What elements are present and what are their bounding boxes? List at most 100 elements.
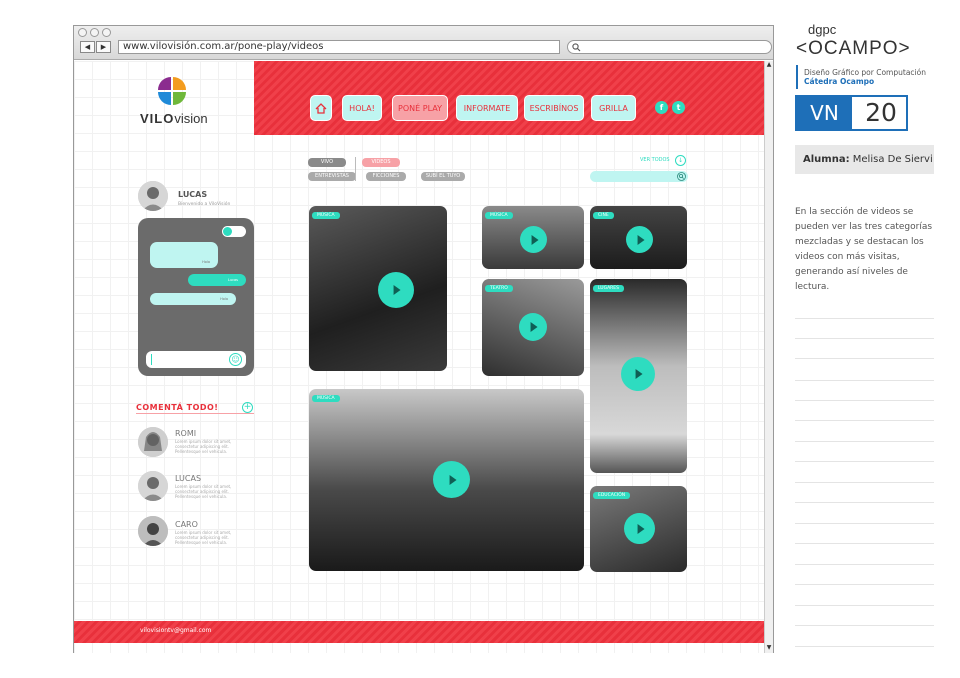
video-category-tag[interactable]: MÚSICA xyxy=(312,212,340,219)
video-card[interactable]: MÚSICA xyxy=(482,206,584,269)
comments-underline xyxy=(136,413,254,414)
comment-avatar[interactable] xyxy=(138,427,168,457)
video-card[interactable]: MÚSICA xyxy=(309,206,447,371)
browser-window: ◀ ▶ www.vilovisión.com.ar/pone-play/vide… xyxy=(73,25,774,653)
video-card[interactable]: EDUCACIÓN xyxy=(590,486,687,572)
video-category-tag[interactable]: LUGARES xyxy=(593,285,624,292)
dgpc-logo: dgpc xyxy=(808,22,837,37)
ver-todos-link[interactable]: VER TODOS xyxy=(640,157,670,163)
panel-accent-bar xyxy=(796,65,798,89)
text-caret xyxy=(151,354,152,365)
rule-line xyxy=(795,543,934,544)
video-card[interactable]: TEATRO xyxy=(482,279,584,376)
browser-chrome: ◀ ▶ www.vilovisión.com.ar/pone-play/vide… xyxy=(74,26,773,60)
play-icon[interactable] xyxy=(433,461,470,498)
video-category-tag[interactable]: MÚSICA xyxy=(312,395,340,402)
search-icon xyxy=(572,43,581,52)
filter-videos[interactable]: VIDEOS xyxy=(362,158,400,167)
video-card[interactable]: MÚSICA xyxy=(309,389,584,571)
user-avatar[interactable] xyxy=(138,181,168,211)
vn-badge: VN 20 xyxy=(795,95,908,131)
user-name: LUCAS xyxy=(178,190,208,199)
rule-line xyxy=(795,605,934,606)
logo-wordmark: VILOvision xyxy=(140,111,208,126)
zoom-window-button[interactable] xyxy=(102,28,111,37)
rule-line xyxy=(795,502,934,503)
rule-line xyxy=(795,523,934,524)
rule-line xyxy=(795,420,934,421)
back-button[interactable]: ◀ xyxy=(80,41,95,53)
comment-avatar[interactable] xyxy=(138,471,168,501)
site-search-input[interactable] xyxy=(590,171,688,182)
address-bar[interactable]: www.vilovisión.com.ar/pone-play/videos xyxy=(118,40,560,54)
play-icon[interactable] xyxy=(626,226,653,253)
home-button[interactable] xyxy=(310,95,332,121)
video-category-tag[interactable]: EDUCACIÓN xyxy=(593,492,631,499)
rule-line xyxy=(795,564,934,565)
rule-line xyxy=(795,625,934,626)
student-name: Melisa De Siervi xyxy=(852,154,933,165)
filter-subi-el-tuyo[interactable]: SUBÍ EL TUYO xyxy=(421,172,465,181)
comment-author: ROMI xyxy=(175,429,197,438)
twitter-icon[interactable]: t xyxy=(672,101,685,114)
video-card[interactable]: CINE xyxy=(590,206,687,269)
rule-line xyxy=(795,400,934,401)
play-icon[interactable] xyxy=(378,272,414,308)
comments-title: COMENTÁ TODO! xyxy=(136,403,219,412)
video-card[interactable]: LUGARES xyxy=(590,279,687,473)
chat-message-input[interactable]: ☺ xyxy=(146,351,246,368)
comment-text: Lorem ipsum dolor sit amet, consectetur … xyxy=(175,484,232,499)
chat-toggle[interactable] xyxy=(222,226,246,237)
menu-hola[interactable]: HOLA! xyxy=(342,95,382,121)
video-category-tag[interactable]: MÚSICA xyxy=(485,212,513,219)
filter-entrevistas[interactable]: ENTREVISTAS xyxy=(308,172,356,181)
comment-text: Lorem ipsum dolor sit amet, consectetur … xyxy=(175,530,232,545)
minimize-window-button[interactable] xyxy=(90,28,99,37)
play-icon[interactable] xyxy=(624,513,655,544)
ocampo-logo: <OCAMPO> xyxy=(796,38,911,59)
chat-bubble: Hola xyxy=(150,293,236,305)
menu-grilla[interactable]: GRILLA xyxy=(591,95,636,121)
scroll-down-icon[interactable]: ▼ xyxy=(765,644,773,653)
chat-bubble: Hola xyxy=(150,242,218,268)
menu-escribinos[interactable]: ESCRIBÍNOS xyxy=(524,95,584,121)
menu-informate[interactable]: INFORMATE xyxy=(456,95,518,121)
comment-author: CARO xyxy=(175,520,198,529)
comment-text: Lorem ipsum dolor sit amet, consectetur … xyxy=(175,439,232,454)
logo-rest: vision xyxy=(174,111,208,126)
add-comment-icon[interactable]: + xyxy=(242,402,253,413)
student-label: Alumna: xyxy=(803,154,850,165)
filter-vivo[interactable]: VIVO xyxy=(308,158,346,167)
logo-bold: VILO xyxy=(140,111,175,126)
emoji-icon[interactable]: ☺ xyxy=(229,353,242,366)
chair-name: Cátedra Ocampo xyxy=(804,77,875,86)
chat-bubble: Lucas xyxy=(188,274,246,286)
search-icon[interactable] xyxy=(677,172,686,181)
facebook-icon[interactable]: f xyxy=(655,101,668,114)
rule-line xyxy=(795,338,934,339)
filter-ficciones[interactable]: FICCIONES xyxy=(366,172,406,181)
play-icon[interactable] xyxy=(520,226,547,253)
rule-line xyxy=(795,358,934,359)
course-name: Diseño Gráfico por Computación xyxy=(804,68,926,77)
video-category-tag[interactable]: CINE xyxy=(593,212,614,219)
close-window-button[interactable] xyxy=(78,28,87,37)
play-icon[interactable] xyxy=(519,313,547,341)
play-icon[interactable] xyxy=(621,357,655,391)
browser-search-input[interactable] xyxy=(567,40,772,54)
home-icon xyxy=(315,103,327,114)
menu-pone-play[interactable]: PONÉ PLAY xyxy=(392,95,448,121)
user-welcome: Bienvenido a ViloVisión xyxy=(178,202,231,207)
comment-avatar[interactable] xyxy=(138,516,168,546)
forward-button[interactable]: ▶ xyxy=(96,41,111,53)
rule-line xyxy=(795,584,934,585)
scroll-up-icon[interactable]: ▲ xyxy=(765,61,773,70)
page-scrollbar[interactable]: ▲ ▼ xyxy=(764,61,773,653)
ver-todos-arrow-icon[interactable]: ↓ xyxy=(675,155,686,166)
section-description: En la sección de videos se pueden ver la… xyxy=(795,207,933,292)
video-category-tag[interactable]: TEATRO xyxy=(485,285,513,292)
vn-label: VN xyxy=(797,97,852,129)
footer-email[interactable]: vilovisiontv@gmail.com xyxy=(140,627,211,634)
student-box: Alumna: Melisa De Siervi xyxy=(795,145,934,174)
rule-line xyxy=(795,482,934,483)
